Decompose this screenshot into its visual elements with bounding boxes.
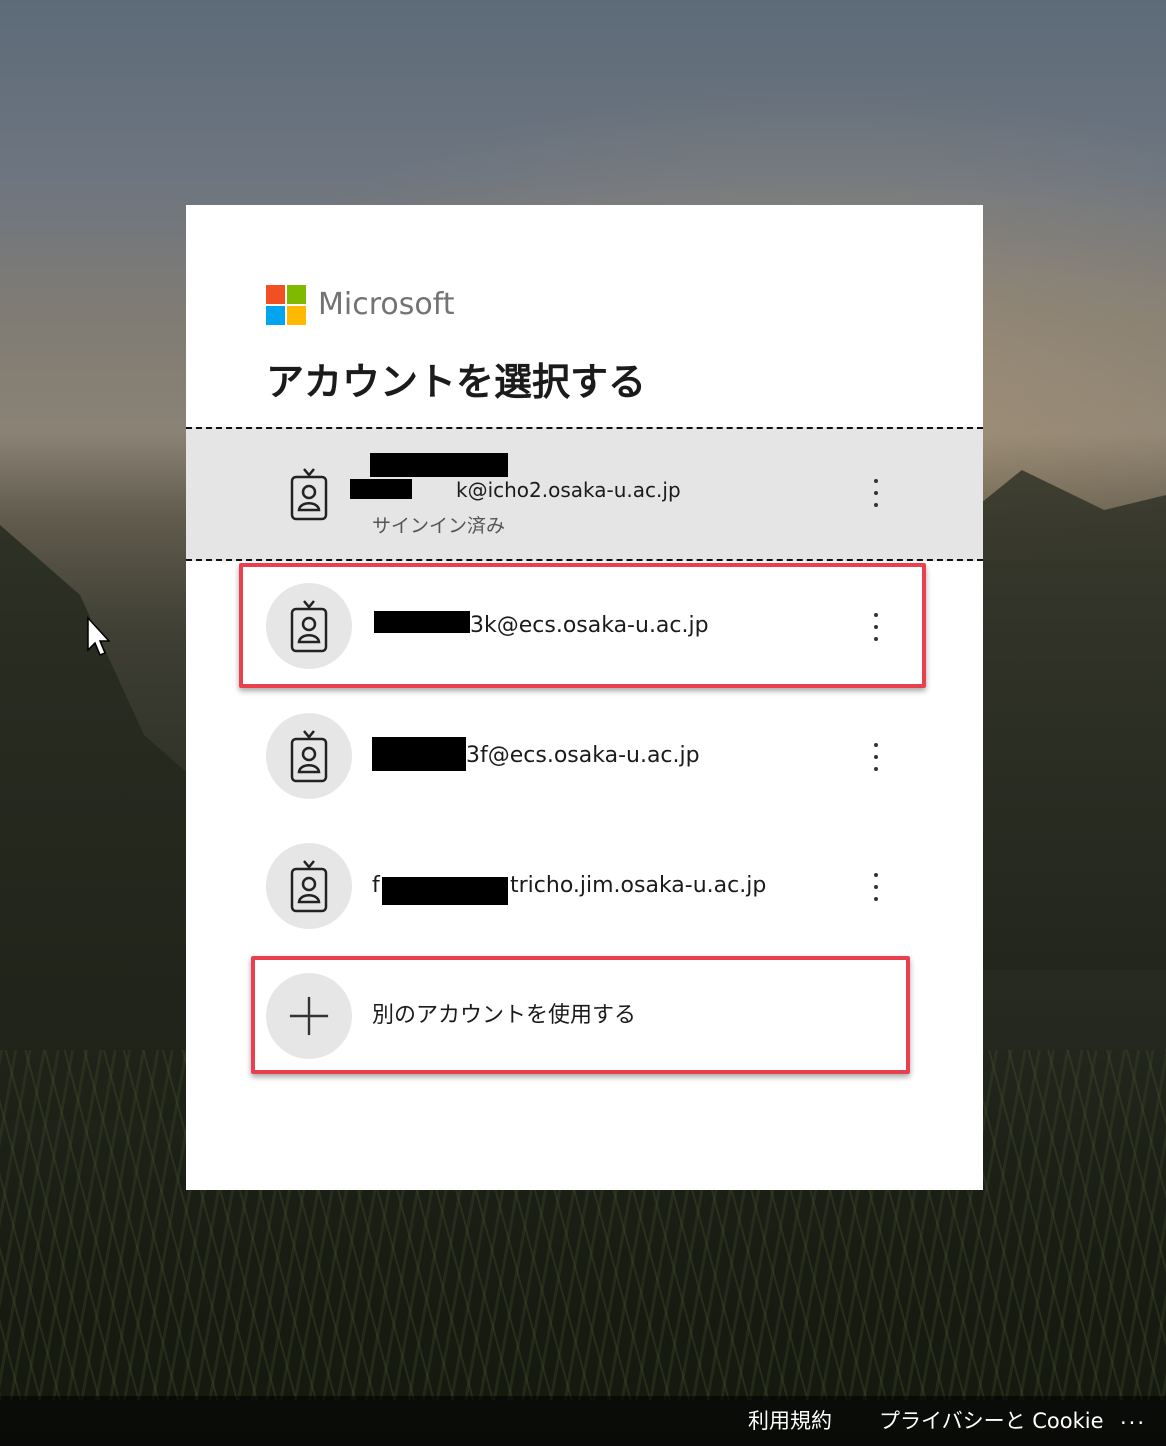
badge-person-icon — [290, 468, 328, 521]
redacted-email-prefix — [350, 479, 412, 499]
redacted-email-prefix — [372, 737, 466, 771]
privacy-cookies-link[interactable]: プライバシーと Cookie — [879, 1405, 1104, 1435]
mouse-cursor-icon — [87, 616, 110, 656]
redacted-email-middle — [382, 877, 508, 905]
account-tile[interactable]: 3k@ecs.osaka-u.ac.jp — [186, 561, 983, 691]
badge-person-icon — [290, 730, 328, 783]
account-avatar — [266, 451, 352, 537]
use-another-account-button[interactable]: 別のアカウントを使用する — [186, 951, 983, 1081]
microsoft-logo-icon — [266, 285, 306, 325]
more-options-icon[interactable] — [866, 871, 886, 905]
brand-name: Microsoft — [318, 287, 455, 322]
badge-person-icon — [290, 600, 328, 653]
plus-icon — [289, 996, 329, 1036]
account-tile[interactable]: 3f@ecs.osaka-u.ac.jp — [186, 691, 983, 821]
account-avatar — [266, 583, 352, 669]
account-avatar — [266, 713, 352, 799]
account-email: 3k@ecs.osaka-u.ac.jp — [470, 613, 709, 638]
use-another-account-label: 別のアカウントを使用する — [372, 1003, 637, 1028]
account-tile[interactable]: k@icho2.osaka-u.ac.jp サインイン済み — [186, 427, 983, 561]
more-options-icon[interactable] — [866, 477, 886, 511]
account-avatar — [266, 843, 352, 929]
account-email: tricho.jim.osaka-u.ac.jp — [510, 873, 767, 898]
redacted-name — [370, 453, 508, 477]
account-picker-card: Microsoft アカウントを選択する k@icho2.osaka-u.ac.… — [186, 205, 983, 1190]
more-options-icon[interactable] — [866, 611, 886, 645]
redacted-email-prefix — [374, 611, 470, 633]
add-account-avatar — [266, 973, 352, 1059]
account-tile[interactable]: f tricho.jim.osaka-u.ac.jp — [186, 821, 983, 951]
more-options-icon[interactable] — [866, 741, 886, 775]
account-email: 3f@ecs.osaka-u.ac.jp — [466, 743, 700, 768]
page-title: アカウントを選択する — [266, 360, 647, 404]
terms-of-use-link[interactable]: 利用規約 — [748, 1405, 832, 1435]
account-email: k@icho2.osaka-u.ac.jp — [456, 478, 681, 502]
more-options-footer-icon[interactable]: ... — [1120, 1405, 1146, 1429]
badge-person-icon — [290, 860, 328, 913]
signed-in-status: サインイン済み — [372, 515, 506, 537]
account-email-prefix: f — [372, 873, 380, 898]
